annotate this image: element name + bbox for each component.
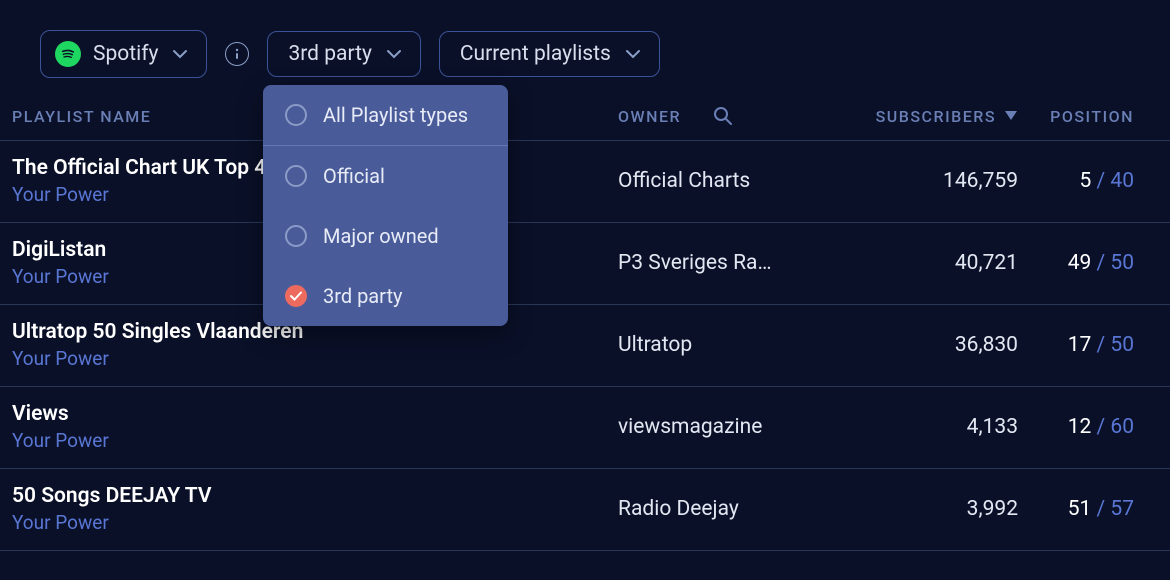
cell-subscribers: 3,992: [828, 497, 1018, 521]
table-row[interactable]: Ultratop 50 Singles Vlaanderen Your Powe…: [0, 305, 1170, 387]
scope-label: Current playlists: [460, 42, 611, 66]
cell-owner: Official Charts: [618, 169, 828, 193]
radio-unchecked-icon: [285, 104, 307, 126]
search-icon[interactable]: [713, 106, 733, 126]
sort-desc-icon[interactable]: [1004, 110, 1018, 122]
cell-subscribers: 36,830: [828, 333, 1018, 357]
track-name[interactable]: Your Power: [12, 511, 618, 536]
cell-owner: viewsmagazine: [618, 415, 828, 439]
table-row[interactable]: The Official Chart UK Top 40 Your Power …: [0, 141, 1170, 223]
dropdown-header-label: All Playlist types: [323, 103, 468, 127]
track-name[interactable]: Your Power: [12, 347, 618, 372]
cell-owner: P3 Sveriges Ra…: [618, 251, 828, 275]
scope-filter[interactable]: Current playlists: [439, 31, 660, 77]
dropdown-all-types[interactable]: All Playlist types: [263, 85, 508, 146]
type-label: 3rd party: [288, 42, 371, 66]
playlist-title: Views: [12, 401, 618, 428]
table-header: PLAYLIST NAME OWNER SUBSCRIBERS POSITION: [0, 106, 1170, 141]
dropdown-option[interactable]: 3rd party: [263, 266, 508, 326]
info-button[interactable]: [225, 42, 249, 66]
dropdown-option[interactable]: Official: [263, 146, 508, 206]
cell-owner: Ultratop: [618, 333, 828, 357]
cell-position: 49 / 50: [1018, 251, 1158, 275]
cell-subscribers: 4,133: [828, 415, 1018, 439]
cell-position: 17 / 50: [1018, 333, 1158, 357]
filter-bar: Spotify 3rd party Current playlists: [0, 0, 1170, 106]
table-row[interactable]: 50 Songs DEEJAY TV Your Power Radio Deej…: [0, 469, 1170, 551]
type-filter[interactable]: 3rd party: [267, 31, 420, 77]
playlist-title: 50 Songs DEEJAY TV: [12, 483, 618, 510]
cell-name: Views Your Power: [12, 401, 618, 454]
platform-label: Spotify: [93, 42, 158, 66]
table-row[interactable]: DigiListan Your Power P3 Sveriges Ra… 40…: [0, 223, 1170, 305]
header-position[interactable]: POSITION: [1018, 107, 1158, 126]
chevron-down-icon: [172, 49, 188, 59]
header-owner[interactable]: OWNER: [618, 107, 681, 126]
chevron-down-icon: [625, 49, 641, 59]
dropdown-option-label: Major owned: [323, 224, 439, 248]
chevron-down-icon: [386, 49, 402, 59]
radio-unchecked-icon: [285, 225, 307, 247]
cell-subscribers: 146,759: [828, 169, 1018, 193]
cell-position: 5 / 40: [1018, 169, 1158, 193]
spotify-icon: [55, 41, 81, 67]
table-body: The Official Chart UK Top 40 Your Power …: [0, 141, 1170, 551]
cell-position: 12 / 60: [1018, 415, 1158, 439]
type-dropdown: All Playlist types Official Major owned 3r…: [263, 85, 508, 326]
cell-position: 51 / 57: [1018, 497, 1158, 521]
cell-name: 50 Songs DEEJAY TV Your Power: [12, 483, 618, 536]
platform-filter[interactable]: Spotify: [40, 30, 207, 78]
cell-name: Ultratop 50 Singles Vlaanderen Your Powe…: [12, 319, 618, 372]
dropdown-option-label: Official: [323, 164, 385, 188]
dropdown-option-label: 3rd party: [323, 284, 402, 308]
radio-checked-icon: [285, 285, 307, 307]
dropdown-option[interactable]: Major owned: [263, 206, 508, 266]
track-name[interactable]: Your Power: [12, 429, 618, 454]
radio-unchecked-icon: [285, 165, 307, 187]
header-subscribers[interactable]: SUBSCRIBERS: [876, 107, 996, 126]
table-row[interactable]: Views Your Power viewsmagazine 4,133 12 …: [0, 387, 1170, 469]
cell-owner: Radio Deejay: [618, 497, 828, 521]
cell-subscribers: 40,721: [828, 251, 1018, 275]
